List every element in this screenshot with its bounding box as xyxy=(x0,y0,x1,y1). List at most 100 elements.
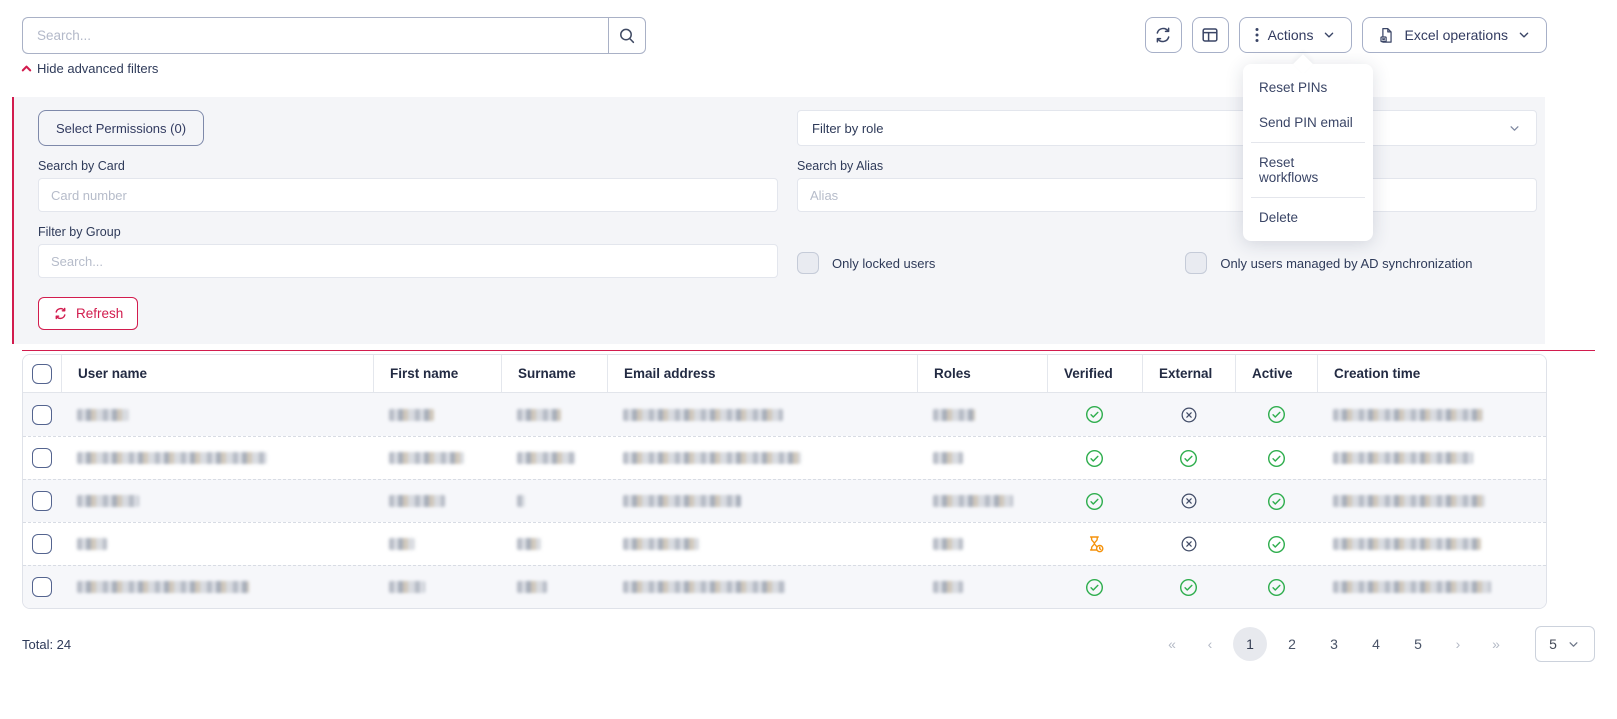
check-circle-icon xyxy=(1085,449,1104,468)
redacted-text xyxy=(1333,409,1483,421)
menu-item-reset-pins[interactable]: Reset PINs xyxy=(1243,70,1373,105)
menu-item-delete[interactable]: Delete xyxy=(1243,200,1373,235)
only-locked-users-label: Only locked users xyxy=(832,256,935,271)
redacted-text xyxy=(389,452,464,464)
check-circle-icon xyxy=(1179,578,1198,597)
alias-input[interactable] xyxy=(797,178,1537,212)
page-button-1[interactable]: 1 xyxy=(1233,627,1267,661)
refresh-button[interactable]: Refresh xyxy=(38,297,138,330)
table-row xyxy=(23,393,1546,436)
page-button-4[interactable]: 4 xyxy=(1359,627,1393,661)
chevron-down-icon xyxy=(1321,27,1337,43)
redacted-text xyxy=(77,581,249,593)
excel-operations-button[interactable]: Excel operations xyxy=(1362,17,1547,53)
column-header-creation-time[interactable]: Creation time xyxy=(1317,355,1546,392)
card-number-input[interactable] xyxy=(38,178,778,212)
redacted-text xyxy=(517,409,561,421)
next-page-button[interactable]: › xyxy=(1443,636,1473,652)
column-header-first-name[interactable]: First name xyxy=(373,355,501,392)
redacted-text xyxy=(623,452,801,464)
cross-circle-icon xyxy=(1180,535,1198,553)
hide-advanced-filters-toggle[interactable]: Hide advanced filters xyxy=(20,61,158,76)
only-locked-users-checkbox-item[interactable]: Only locked users xyxy=(797,252,935,274)
cell-roles xyxy=(917,480,1047,522)
redacted-text xyxy=(517,452,575,464)
table-row xyxy=(23,479,1546,522)
search-icon xyxy=(617,26,637,46)
check-circle-icon xyxy=(1085,405,1104,424)
cell-verified xyxy=(1047,566,1142,608)
column-header-active[interactable]: Active xyxy=(1235,355,1317,392)
search-input[interactable] xyxy=(22,17,608,54)
row-checkbox[interactable] xyxy=(32,491,52,511)
row-checkbox[interactable] xyxy=(32,534,52,554)
actions-button[interactable]: Actions xyxy=(1239,17,1353,53)
redacted-text xyxy=(389,409,434,421)
select-permissions-button[interactable]: Select Permissions (0) xyxy=(38,110,204,146)
redacted-text xyxy=(623,409,783,421)
page-button-2[interactable]: 2 xyxy=(1275,627,1309,661)
toolbar-buttons: Actions Excel operations xyxy=(1145,17,1547,53)
user-management-page: Actions Excel operations H xyxy=(0,0,1617,719)
page-size-select[interactable]: 5 xyxy=(1535,626,1595,662)
chevron-down-icon xyxy=(1516,27,1532,43)
first-page-button[interactable]: « xyxy=(1157,636,1187,652)
column-header-verified[interactable]: Verified xyxy=(1047,355,1142,392)
columns-icon xyxy=(1200,25,1220,45)
row-checkbox[interactable] xyxy=(32,405,52,425)
row-checkbox-cell xyxy=(23,480,61,522)
redacted-text xyxy=(517,581,547,593)
chevron-down-icon xyxy=(1507,121,1522,136)
cross-circle-icon xyxy=(1180,492,1198,510)
select-all-checkbox[interactable] xyxy=(32,364,52,384)
cell-active xyxy=(1235,523,1317,565)
search-button[interactable] xyxy=(608,17,646,54)
only-locked-users-checkbox[interactable] xyxy=(797,252,819,274)
page-button-5[interactable]: 5 xyxy=(1401,627,1435,661)
last-page-button[interactable]: » xyxy=(1481,636,1511,652)
cell-verified xyxy=(1047,393,1142,436)
pending-hourglass-icon xyxy=(1085,534,1105,554)
redacted-text xyxy=(77,409,129,421)
column-header-user-name[interactable]: User name xyxy=(61,355,373,392)
filter-by-role-select[interactable]: Filter by role xyxy=(797,110,1537,146)
cell-roles xyxy=(917,393,1047,436)
prev-page-button[interactable]: ‹ xyxy=(1195,636,1225,652)
cell-external xyxy=(1142,566,1235,608)
only-ad-users-label: Only users managed by AD synchronization xyxy=(1220,256,1472,271)
cell-surname xyxy=(501,566,607,608)
refresh-icon xyxy=(1153,25,1173,45)
kebab-icon xyxy=(1254,27,1260,43)
cell-verified xyxy=(1047,480,1142,522)
cell-creation-time xyxy=(1317,566,1546,608)
column-header-roles[interactable]: Roles xyxy=(917,355,1047,392)
menu-item-reset-workflows[interactable]: Reset workflows xyxy=(1243,145,1373,195)
redacted-text xyxy=(933,538,963,550)
redacted-text xyxy=(1333,538,1481,550)
table-body xyxy=(23,393,1546,608)
redacted-text xyxy=(933,581,963,593)
row-checkbox[interactable] xyxy=(32,577,52,597)
menu-item-send-pin-email[interactable]: Send PIN email xyxy=(1243,105,1373,140)
only-ad-users-checkbox[interactable] xyxy=(1185,252,1207,274)
column-header-email-address[interactable]: Email address xyxy=(607,355,917,392)
redacted-text xyxy=(933,409,975,421)
group-search-input[interactable] xyxy=(38,244,778,278)
refresh-icon xyxy=(53,306,68,321)
redacted-text xyxy=(933,495,1013,507)
check-circle-icon xyxy=(1267,449,1286,468)
redacted-text xyxy=(623,495,741,507)
redacted-text xyxy=(77,495,139,507)
cell-external xyxy=(1142,480,1235,522)
column-header-external[interactable]: External xyxy=(1142,355,1235,392)
row-checkbox[interactable] xyxy=(32,448,52,468)
table-row xyxy=(23,436,1546,479)
refresh-grid-button[interactable] xyxy=(1145,17,1182,53)
only-ad-users-checkbox-item[interactable]: Only users managed by AD synchronization xyxy=(1185,252,1472,274)
column-settings-button[interactable] xyxy=(1192,17,1229,53)
row-checkbox-cell xyxy=(23,566,61,608)
cell-user-name xyxy=(61,437,373,479)
page-button-3[interactable]: 3 xyxy=(1317,627,1351,661)
filter-by-role-value: Filter by role xyxy=(812,121,884,136)
column-header-surname[interactable]: Surname xyxy=(501,355,607,392)
